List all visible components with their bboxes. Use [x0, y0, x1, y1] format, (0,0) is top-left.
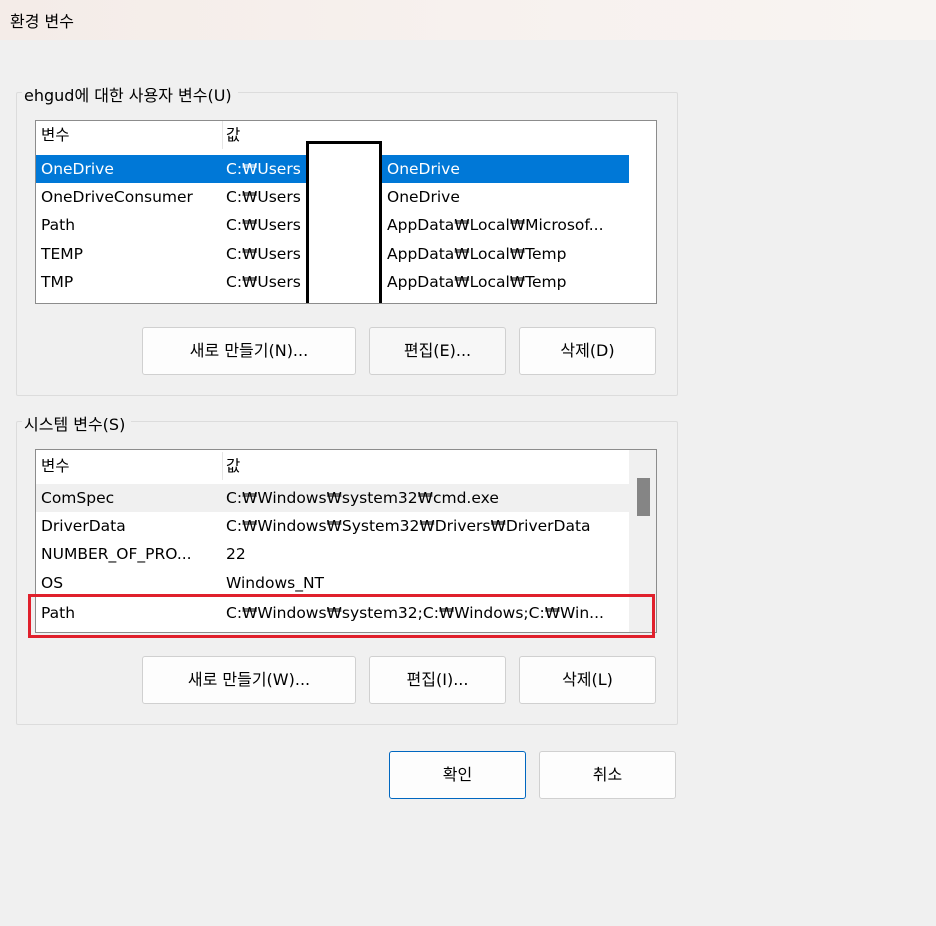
cancel-button[interactable]: 취소	[539, 751, 676, 799]
column-separator	[222, 452, 223, 480]
redaction-box	[306, 141, 382, 303]
row-variable-value: C:₩Users	[226, 216, 301, 234]
system-variables-label: 시스템 변수(S)	[22, 411, 132, 435]
row-variable-value: C:₩Users	[226, 188, 301, 206]
row-variable-value: C:₩Windows₩system32₩cmd.exe	[226, 489, 499, 507]
table-row[interactable]: NUMBER_OF_PRO... 22	[36, 540, 629, 568]
row-variable-name: TEMP	[41, 245, 83, 263]
table-row[interactable]: ComSpec C:₩Windows₩system32₩cmd.exe	[36, 484, 629, 512]
user-edit-button[interactable]: 편집(E)...	[369, 327, 506, 375]
row-variable-value: C:₩Windows₩system32;C:₩Windows;C:₩Win...	[226, 604, 604, 622]
row-variable-value: C:₩Users	[226, 245, 301, 263]
row-variable-value-suffix: AppData₩Local₩Microsof...	[387, 216, 604, 234]
row-variable-value: Windows_NT	[226, 574, 325, 592]
row-variable-value: C:₩Users	[226, 273, 301, 291]
table-row[interactable]: DriverData C:₩Windows₩System32₩Drivers₩D…	[36, 512, 629, 540]
row-variable-name: DriverData	[41, 517, 126, 535]
user-new-button[interactable]: 새로 만들기(N)...	[142, 327, 356, 375]
row-variable-name: OneDriveConsumer	[41, 188, 193, 206]
row-variable-value: C:₩Users	[226, 160, 301, 178]
scrollbar-thumb[interactable]	[637, 478, 650, 516]
row-variable-name: NUMBER_OF_PRO...	[41, 545, 192, 563]
list-header[interactable]: 변수 값	[36, 452, 629, 480]
row-variable-name: OneDrive	[41, 160, 114, 178]
ok-button[interactable]: 확인	[389, 751, 526, 799]
row-variable-value-suffix: AppData₩Local₩Temp	[387, 245, 567, 263]
row-variable-name: Path	[41, 216, 76, 234]
column-separator	[222, 121, 223, 149]
table-row[interactable]: Path C:₩Windows₩system32;C:₩Windows;C:₩W…	[36, 599, 629, 627]
row-variable-name: OS	[41, 574, 64, 592]
row-variable-name: ComSpec	[41, 489, 115, 507]
column-header-value[interactable]: 값	[226, 121, 240, 149]
system-edit-button[interactable]: 편집(I)...	[369, 656, 506, 704]
title-bar: 환경 변수	[0, 0, 936, 40]
row-variable-value: C:₩Windows₩System32₩Drivers₩DriverData	[226, 517, 591, 535]
window-title: 환경 변수	[10, 12, 74, 31]
vertical-scrollbar[interactable]	[629, 450, 656, 632]
user-delete-button[interactable]: 삭제(D)	[519, 327, 656, 375]
row-variable-value-suffix: OneDrive	[387, 188, 460, 206]
system-variables-list[interactable]: 변수 값 ComSpec C:₩Windows₩system32₩cmd.exe…	[35, 449, 657, 633]
system-delete-button[interactable]: 삭제(L)	[519, 656, 656, 704]
row-variable-value-suffix: AppData₩Local₩Temp	[387, 273, 567, 291]
table-row[interactable]: OS Windows_NT	[36, 569, 629, 597]
column-header-value[interactable]: 값	[226, 452, 240, 480]
column-header-variable[interactable]: 변수	[41, 121, 70, 149]
user-variables-label: ehgud에 대한 사용자 변수(U)	[22, 82, 238, 106]
row-variable-value: 22	[226, 545, 246, 563]
column-header-variable[interactable]: 변수	[41, 452, 70, 480]
row-variable-name: Path	[41, 604, 76, 622]
row-variable-name: TMP	[41, 273, 74, 291]
row-variable-value-suffix: OneDrive	[387, 160, 460, 178]
system-new-button[interactable]: 새로 만들기(W)...	[142, 656, 356, 704]
user-variables-list[interactable]: 변수 값 OneDrive C:₩Users OneDrive OneDrive…	[35, 120, 657, 304]
